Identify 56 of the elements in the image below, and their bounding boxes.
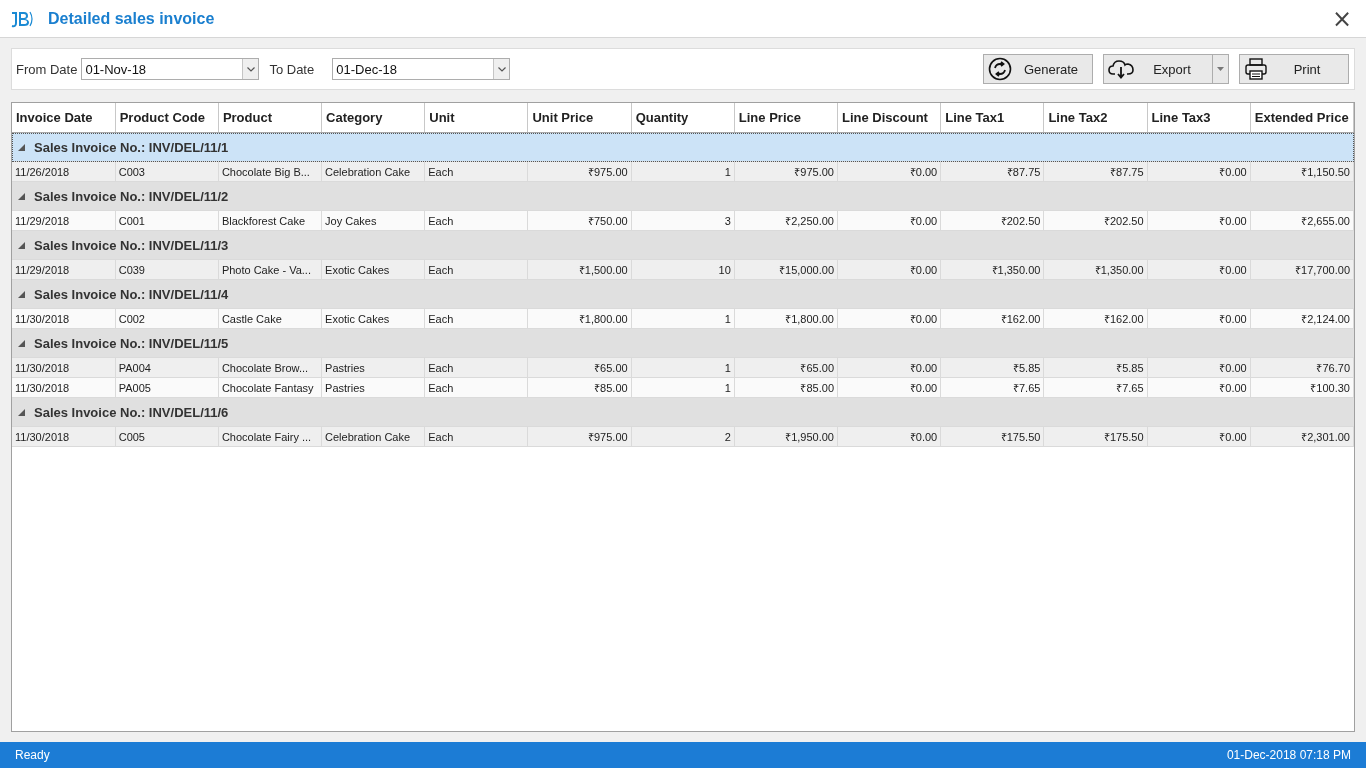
table-cell: 11/30/2018 — [12, 426, 116, 447]
table-cell: 11/30/2018 — [12, 377, 116, 398]
dropdown-button[interactable] — [1213, 54, 1229, 84]
group-label: Sales Invoice No.: INV/DEL/11/2 — [34, 188, 229, 204]
group-row[interactable]: Sales Invoice No.: INV/DEL/11/4 — [12, 279, 1354, 309]
collapse-icon[interactable] — [18, 408, 25, 416]
date-picker[interactable]: 01-Nov-18 — [81, 58, 260, 80]
column-header[interactable]: Line Tax1 — [940, 103, 1044, 133]
collapse-icon[interactable] — [18, 241, 25, 249]
group-row[interactable]: Sales Invoice No.: INV/DEL/11/3 — [12, 230, 1354, 260]
chevron-down-icon — [246, 66, 255, 72]
group-row[interactable]: Sales Invoice No.: INV/DEL/11/5 — [12, 328, 1354, 358]
table-cell: 11/29/2018 — [12, 210, 116, 231]
collapse-icon[interactable] — [18, 143, 25, 151]
column-header[interactable]: Product Code — [115, 103, 219, 133]
group-label: Sales Invoice No.: INV/DEL/11/1 — [34, 139, 229, 155]
table-cell: 11/30/2018 — [12, 357, 116, 378]
column-header[interactable]: Line Tax2 — [1043, 103, 1148, 133]
table-cell: 11/30/2018 — [12, 308, 116, 329]
caret-down-icon — [1217, 67, 1224, 71]
date-label: From Date — [16, 61, 78, 77]
chevron-down-icon — [497, 66, 506, 72]
table-cell: 11/26/2018 — [12, 161, 116, 182]
export-button[interactable]: Export — [1103, 54, 1213, 84]
column-header[interactable]: Invoice Date — [12, 103, 116, 133]
group-row[interactable]: Sales Invoice No.: INV/DEL/11/2 — [12, 181, 1354, 211]
cloud-download-icon — [1108, 59, 1134, 79]
generate-button[interactable]: Generate — [983, 54, 1093, 84]
refresh-icon — [988, 57, 1012, 81]
column-header[interactable]: Line Tax3 — [1147, 103, 1251, 133]
group-label: Sales Invoice No.: INV/DEL/11/6 — [34, 404, 229, 420]
collapse-icon[interactable] — [18, 339, 25, 347]
column-header[interactable]: Unit Price — [527, 103, 632, 133]
group-label: Sales Invoice No.: INV/DEL/11/5 — [34, 335, 229, 351]
column-header[interactable]: Line Price — [734, 103, 838, 133]
column-header[interactable]: Quantity — [631, 103, 735, 133]
close-button[interactable]: × — [1327, 6, 1356, 31]
date-picker[interactable]: 01-Dec-18 — [332, 58, 511, 80]
status-text: Ready — [15, 748, 50, 762]
column-header[interactable]: Category — [321, 103, 425, 133]
column-header[interactable]: Product — [218, 103, 322, 133]
window-title: Detailed sales invoice — [48, 9, 215, 28]
column-header[interactable]: Line Discount — [837, 103, 941, 133]
group-label: Sales Invoice No.: INV/DEL/11/3 — [34, 237, 229, 253]
group-label: Sales Invoice No.: INV/DEL/11/4 — [34, 286, 229, 302]
printer-icon — [1244, 57, 1268, 81]
print-button[interactable]: Print — [1239, 54, 1349, 84]
collapse-icon[interactable] — [18, 192, 25, 200]
collapse-icon[interactable] — [18, 290, 25, 298]
column-header[interactable]: Unit — [424, 103, 528, 133]
date-label: To Date — [269, 61, 315, 77]
group-row[interactable]: Sales Invoice No.: INV/DEL/11/6 — [12, 397, 1354, 427]
group-row[interactable]: Sales Invoice No.: INV/DEL/11/1 — [12, 132, 1354, 162]
column-header[interactable]: Extended Price — [1250, 103, 1354, 133]
status-datetime: 01-Dec-2018 07:18 PM — [1226, 748, 1351, 762]
table-cell: 11/29/2018 — [12, 259, 116, 280]
